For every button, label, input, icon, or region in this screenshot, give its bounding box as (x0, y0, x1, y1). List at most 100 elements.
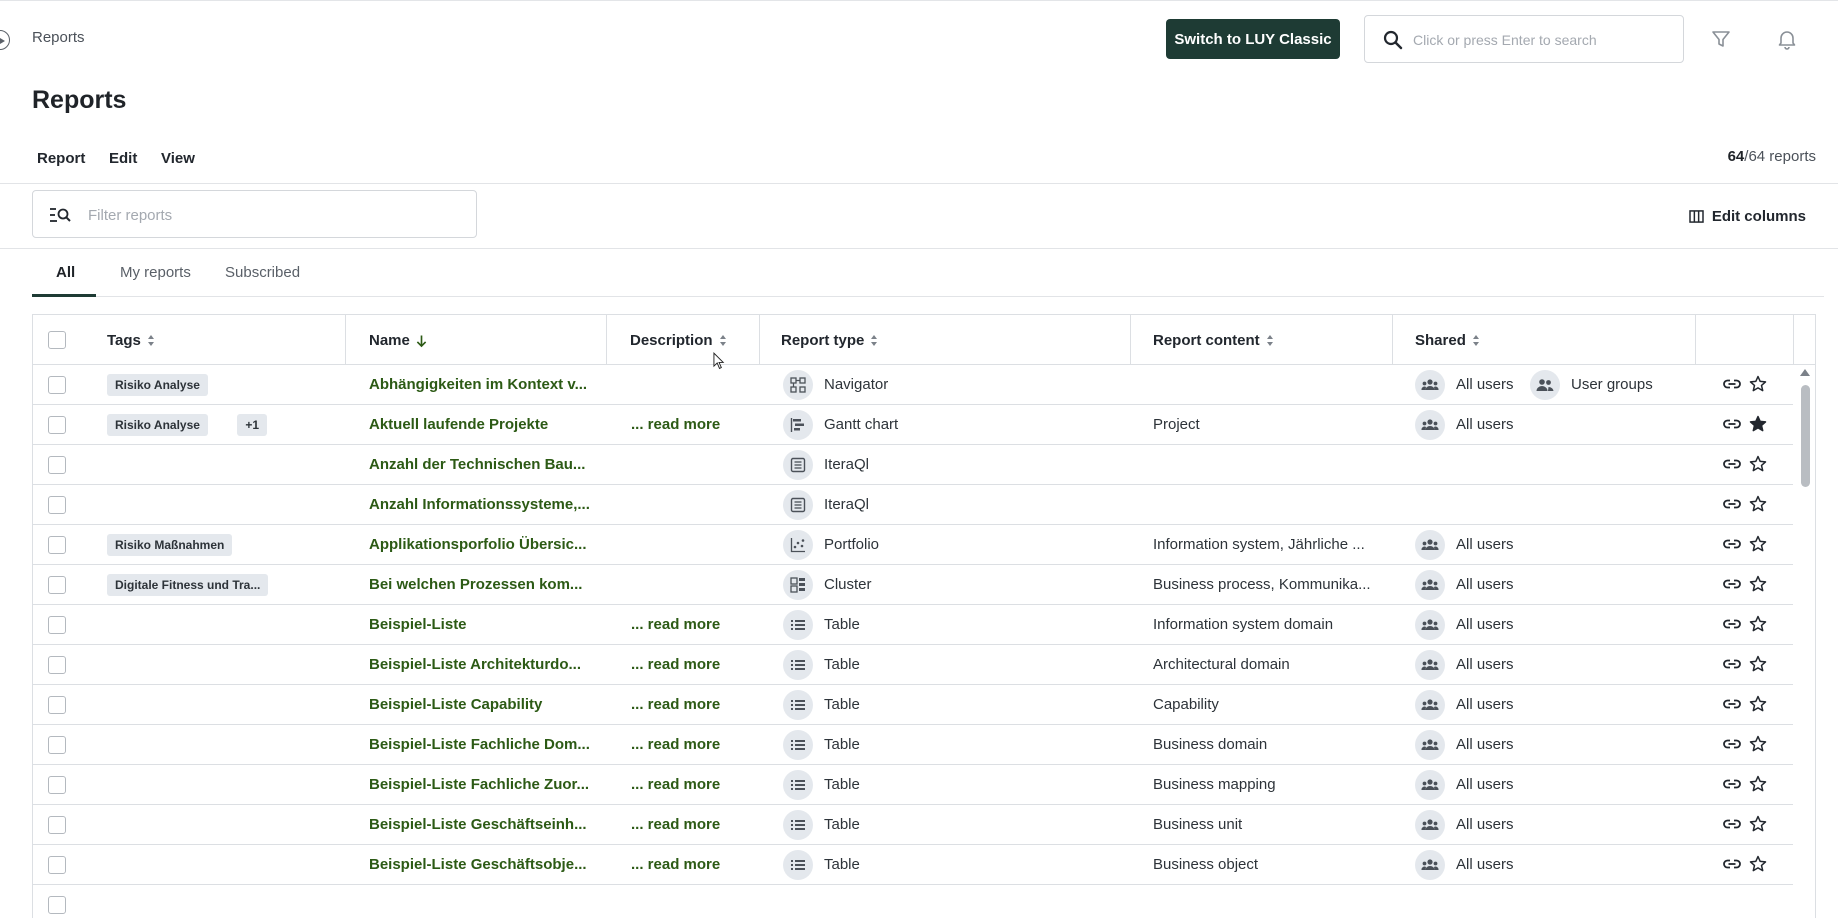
table-row[interactable] (33, 885, 1793, 918)
column-description[interactable]: Description (630, 332, 727, 349)
row-checkbox[interactable] (48, 496, 66, 514)
row-checkbox[interactable] (48, 376, 66, 394)
table-row[interactable]: Beispiel-Liste ... read more Table Informat… (33, 605, 1793, 645)
link-icon[interactable] (1723, 377, 1741, 395)
star-icon[interactable] (1749, 655, 1767, 677)
tab-all[interactable]: All (56, 264, 75, 281)
report-name-link[interactable]: Anzahl der Technischen Bau... (369, 456, 585, 473)
link-icon[interactable] (1723, 417, 1741, 435)
filter-icon[interactable] (1710, 28, 1732, 50)
bell-icon[interactable] (1776, 28, 1798, 50)
star-icon[interactable] (1749, 575, 1767, 597)
read-more-link[interactable]: ... read more (631, 736, 720, 753)
edit-columns-button[interactable]: Edit columns (1689, 208, 1806, 225)
star-icon[interactable] (1749, 495, 1767, 517)
table-row[interactable]: Beispiel-Liste Fachliche Zuor... ... read… (33, 765, 1793, 805)
menu-view[interactable]: View (161, 150, 195, 167)
breadcrumb[interactable]: Reports (32, 29, 85, 46)
report-name-link[interactable]: Beispiel-Liste (369, 616, 467, 633)
report-name-link[interactable]: Beispiel-Liste Fachliche Zuor... (369, 776, 589, 793)
report-name-link[interactable]: Aktuell laufende Projekte (369, 416, 548, 433)
report-name-link[interactable]: Beispiel-Liste Fachliche Dom... (369, 736, 590, 753)
report-name-link[interactable]: Beispiel-Liste Geschäftseinh... (369, 816, 587, 833)
link-icon[interactable] (1723, 497, 1741, 515)
read-more-link[interactable]: ... read more (631, 416, 720, 433)
select-all-checkbox[interactable] (48, 331, 66, 349)
report-name-link[interactable]: Beispiel-Liste Capability (369, 696, 542, 713)
star-icon[interactable] (1749, 455, 1767, 477)
read-more-link[interactable]: ... read more (631, 696, 720, 713)
link-icon[interactable] (1723, 537, 1741, 555)
row-checkbox[interactable] (48, 896, 66, 914)
star-icon[interactable] (1749, 855, 1767, 877)
column-report-content[interactable]: Report content (1153, 332, 1274, 349)
menu-edit[interactable]: Edit (109, 150, 137, 167)
table-row[interactable]: Beispiel-Liste Architekturdo... ... read … (33, 645, 1793, 685)
report-name-link[interactable]: Abhängigkeiten im Kontext v... (369, 376, 587, 393)
row-checkbox[interactable] (48, 456, 66, 474)
report-name-link[interactable]: Beispiel-Liste Architekturdo... (369, 656, 581, 673)
more-tags-badge[interactable]: +1 (237, 414, 268, 436)
read-more-link[interactable]: ... read more (631, 656, 720, 673)
table-row[interactable]: Beispiel-Liste Fachliche Dom... ... read … (33, 725, 1793, 765)
table-row[interactable]: Digitale Fitness und Tra... Bei welchen P… (33, 565, 1793, 605)
row-checkbox[interactable] (48, 816, 66, 834)
read-more-link[interactable]: ... read more (631, 776, 720, 793)
link-icon[interactable] (1723, 697, 1741, 715)
filter-reports[interactable] (32, 190, 477, 238)
table-row[interactable]: Risiko Maßnahmen Applikationsporfolio Übe… (33, 525, 1793, 565)
star-icon[interactable] (1749, 695, 1767, 717)
report-name-link[interactable]: Bei welchen Prozessen kom... (369, 576, 582, 593)
scroll-up-arrow-icon[interactable] (1800, 369, 1810, 376)
star-filled-icon[interactable] (1749, 415, 1767, 437)
column-shared[interactable]: Shared (1415, 332, 1480, 349)
menu-report[interactable]: Report (37, 150, 85, 167)
row-checkbox[interactable] (48, 696, 66, 714)
read-more-link[interactable]: ... read more (631, 816, 720, 833)
global-search[interactable] (1364, 15, 1684, 63)
star-icon[interactable] (1749, 615, 1767, 637)
report-name-link[interactable]: Applikationsporfolio Übersic... (369, 536, 587, 553)
filter-reports-input[interactable] (88, 204, 458, 226)
star-icon[interactable] (1749, 735, 1767, 757)
report-name-link[interactable]: Anzahl Informationssysteme,... (369, 496, 590, 513)
row-checkbox[interactable] (48, 416, 66, 434)
row-checkbox[interactable] (48, 536, 66, 554)
table-row[interactable]: Anzahl Informationssysteme,... IteraQl (33, 485, 1793, 525)
row-checkbox[interactable] (48, 656, 66, 674)
row-checkbox[interactable] (48, 736, 66, 754)
column-name[interactable]: Name (369, 332, 427, 349)
link-icon[interactable] (1723, 777, 1741, 795)
row-checkbox[interactable] (48, 776, 66, 794)
tab-subscribed[interactable]: Subscribed (225, 264, 300, 281)
report-name-link[interactable]: Beispiel-Liste Geschäftsobje... (369, 856, 587, 873)
switch-to-classic-button[interactable]: Switch to LUY Classic (1166, 19, 1340, 59)
read-more-link[interactable]: ... read more (631, 856, 720, 873)
table-row[interactable]: Risiko Analyse Abhängigkeiten im Kontext … (33, 365, 1793, 405)
table-row[interactable]: Beispiel-Liste Capability ... read more Ta… (33, 685, 1793, 725)
table-row[interactable]: Anzahl der Technischen Bau... IteraQl (33, 445, 1793, 485)
star-icon[interactable] (1749, 775, 1767, 797)
read-more-link[interactable]: ... read more (631, 616, 720, 633)
row-checkbox[interactable] (48, 856, 66, 874)
row-checkbox[interactable] (48, 616, 66, 634)
star-icon[interactable] (1749, 815, 1767, 837)
link-icon[interactable] (1723, 857, 1741, 875)
table-row[interactable]: Beispiel-Liste Geschäftseinh... ... read … (33, 805, 1793, 845)
link-icon[interactable] (1723, 577, 1741, 595)
link-icon[interactable] (1723, 657, 1741, 675)
column-report-type[interactable]: Report type (781, 332, 878, 349)
star-icon[interactable] (1749, 535, 1767, 557)
search-input[interactable] (1413, 28, 1668, 52)
row-checkbox[interactable] (48, 576, 66, 594)
sidebar-toggle-icon[interactable] (0, 30, 10, 50)
link-icon[interactable] (1723, 737, 1741, 755)
table-row[interactable]: Risiko Analyse +1 Aktuell laufende Projekt… (33, 405, 1793, 445)
column-tags[interactable]: Tags (107, 332, 155, 349)
link-icon[interactable] (1723, 817, 1741, 835)
scroll-thumb[interactable] (1801, 385, 1810, 487)
table-scrollbar[interactable] (1795, 365, 1815, 918)
link-icon[interactable] (1723, 617, 1741, 635)
tab-my-reports[interactable]: My reports (120, 264, 191, 281)
link-icon[interactable] (1723, 457, 1741, 475)
